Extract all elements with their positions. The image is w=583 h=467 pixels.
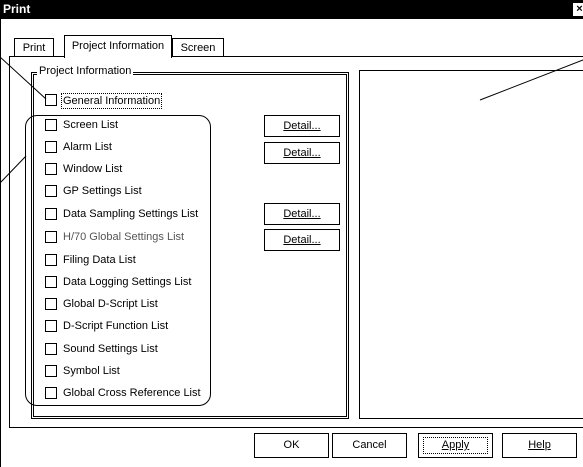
checkbox-icon[interactable]	[45, 254, 57, 266]
checkbox-icon[interactable]	[45, 185, 57, 197]
checkbox-label: General Information	[61, 93, 163, 109]
checkbox-icon[interactable]	[45, 298, 57, 310]
apply-button[interactable]: Apply	[418, 433, 493, 458]
checkbox-icon[interactable]	[45, 320, 57, 332]
help-button[interactable]: Help	[502, 433, 577, 458]
data-sampling-detail-button[interactable]: Detail...	[264, 203, 340, 225]
alarm-list-detail-button[interactable]: Detail...	[264, 142, 340, 164]
checkbox-label: Global Cross Reference List	[63, 387, 201, 399]
checkbox-label: Sound Settings List	[63, 343, 158, 355]
checkbox-icon[interactable]	[45, 343, 57, 355]
tab-print[interactable]: Print	[14, 38, 54, 57]
checkbox-icon[interactable]	[45, 231, 57, 243]
dialog-border	[0, 19, 1, 467]
checkbox-label: Screen List	[63, 119, 119, 131]
checkbox-label: Data Sampling Settings List	[63, 208, 199, 220]
screen-list-detail-button[interactable]: Detail...	[264, 115, 340, 137]
checkbox-icon[interactable]	[45, 365, 57, 377]
tab-screen[interactable]: Screen	[172, 38, 224, 57]
checkbox-icon[interactable]	[45, 387, 57, 399]
group-label: Project Information	[37, 65, 134, 78]
checkbox-icon[interactable]	[45, 208, 57, 220]
tab-project-information[interactable]: Project Information	[64, 35, 172, 58]
checkbox-label: Filing Data List	[63, 254, 136, 266]
window-title: Print	[3, 2, 31, 16]
print-dialog: Print × Print Project Information Screen…	[0, 0, 583, 467]
checkbox-icon[interactable]	[45, 94, 57, 106]
checkbox-label: Symbol List	[63, 365, 120, 377]
checkbox-icon[interactable]	[45, 163, 57, 175]
checkbox-label: Data Logging Settings List	[63, 276, 192, 288]
checkbox-label: D-Script Function List	[63, 320, 169, 332]
checkbox-label: GP Settings List	[63, 185, 142, 197]
close-icon[interactable]: ×	[572, 2, 583, 17]
h70-global-settings-detail-button[interactable]: Detail...	[264, 229, 340, 251]
checkbox-label: H/70 Global Settings List	[63, 231, 185, 243]
checkbox-label: Global D-Script List	[63, 298, 158, 310]
cancel-button[interactable]: Cancel	[332, 433, 407, 458]
ok-button[interactable]: OK	[254, 433, 329, 458]
checkbox-icon[interactable]	[45, 276, 57, 288]
preview-area	[359, 70, 583, 419]
checkbox-icon[interactable]	[45, 119, 57, 131]
checkbox-icon[interactable]	[45, 141, 57, 153]
title-bar: Print ×	[0, 0, 583, 19]
checkbox-label: Window List	[63, 163, 123, 175]
checkbox-label: Alarm List	[63, 141, 112, 153]
